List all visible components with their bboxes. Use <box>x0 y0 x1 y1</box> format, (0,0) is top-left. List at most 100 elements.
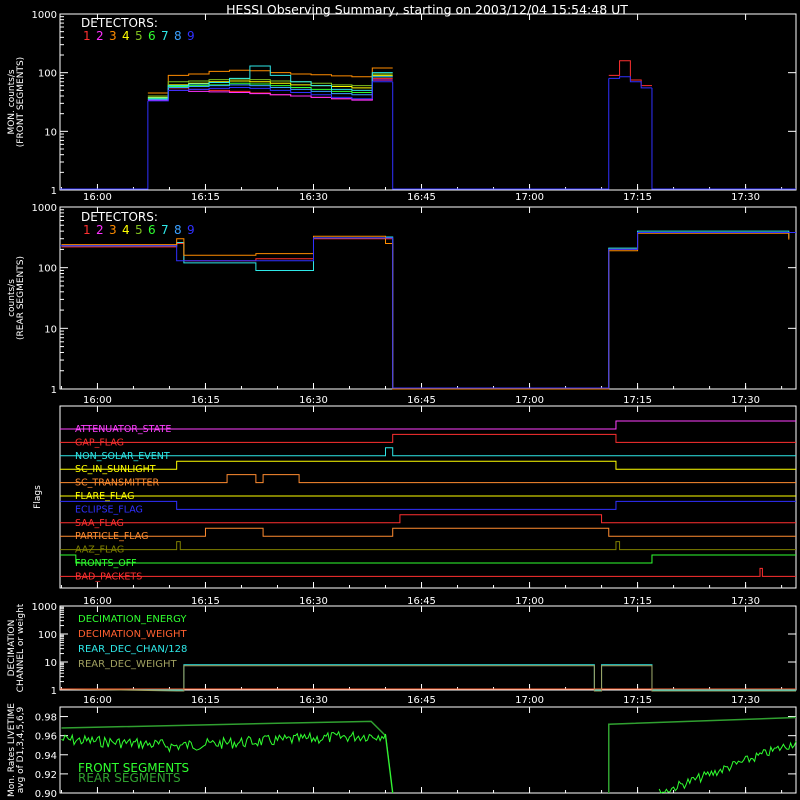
decimation-ytick-label: 100 <box>38 630 57 641</box>
flag-label-sc-transmitter: SC_TRANSMITTER <box>75 478 160 489</box>
rear-detector-8: 8 <box>174 223 182 237</box>
front-detector-1: 1 <box>83 29 91 43</box>
rear-ytick-label: 1 <box>51 385 57 396</box>
front-time-tick-label: 16:15 <box>191 192 220 203</box>
decimation-ytick-label: 1 <box>51 686 57 697</box>
decimation-legend-decimation-weight: DECIMATION_WEIGHT <box>78 629 187 640</box>
decimation-time-tick-label: 17:15 <box>623 695 652 706</box>
livetime-legend-rear-segments: REAR SEGMENTS <box>78 771 181 785</box>
flags-time-tick-label: 17:00 <box>515 596 544 607</box>
rear-detector-2: 2 <box>96 223 104 237</box>
rear-detectors-label: DETECTORS: <box>81 210 158 224</box>
chart-canvas: HESSI Observing Summary, starting on 200… <box>7 2 797 800</box>
front-time-tick-label: 17:15 <box>623 192 652 203</box>
flag-line-eclipse-flag <box>60 500 796 510</box>
flag-label-fronts-off: FRONTS_OFF <box>75 558 137 569</box>
front-time-tick-label: 17:00 <box>515 192 544 203</box>
rear-detector-9: 9 <box>187 223 195 237</box>
front-detector-4: 4 <box>122 29 130 43</box>
rear-ytick-label: 1000 <box>32 203 57 214</box>
decimation-time-tick-label: 16:00 <box>83 695 112 706</box>
rear-ylabel: (REAR SEGMENTS) <box>16 256 26 340</box>
flag-label-sc-in-sunlight: SC_IN_SUNLIGHT <box>75 464 156 475</box>
decimation-ylabel: CHANNEL or weight <box>16 603 26 692</box>
front-detector-8: 8 <box>174 29 182 43</box>
front-time-tick-label: 16:45 <box>407 192 436 203</box>
livetime-ylabel: avg of D1,3,4,5,6,9 <box>16 706 26 793</box>
flag-line-aaz-flag <box>60 541 796 551</box>
decimation-legend-rear-dec-weight: REAR_DEC_WEIGHT <box>78 659 177 670</box>
rear-series-det7 <box>61 230 790 390</box>
rear-time-tick-label: 17:30 <box>731 395 760 406</box>
livetime-ytick-label: 0.90 <box>35 789 57 800</box>
decimation-time-tick-label: 16:45 <box>407 695 436 706</box>
livetime-ytick-label: 0.94 <box>35 751 57 762</box>
front-ytick-label: 1 <box>51 186 57 197</box>
flag-line-saa-flag <box>60 514 796 524</box>
flag-line-sc-in-sunlight <box>60 460 796 470</box>
flag-label-saa-flag: SAA_FLAG <box>75 518 124 529</box>
rear-detector-7: 7 <box>161 223 169 237</box>
flag-line-non-solar-event <box>60 447 796 457</box>
rear-time-tick-label: 16:45 <box>407 395 436 406</box>
flag-line-fronts-off <box>60 554 796 564</box>
rear-time-tick-label: 16:15 <box>191 395 220 406</box>
decimation-time-tick-label: 17:00 <box>515 695 544 706</box>
hessi-summary-figure: HESSI Observing Summary, starting on 200… <box>0 0 800 800</box>
chart-title: HESSI Observing Summary, starting on 200… <box>226 2 628 17</box>
decimation-legend-rear-dec-chan-128: REAR_DEC_CHAN/128 <box>78 644 187 655</box>
rear-detector-5: 5 <box>135 223 143 237</box>
flag-label-gap-flag: GAP_FLAG <box>75 437 124 448</box>
rear-time-tick-label: 16:30 <box>299 395 328 406</box>
front-series-det9-seg1 <box>608 76 652 89</box>
flag-label-flare-flag: FLARE_FLAG <box>75 491 135 502</box>
flags-time-tick-label: 16:00 <box>83 596 112 607</box>
rear-detector-6: 6 <box>148 223 156 237</box>
front-ylabel: (FRONT SEGMENTS) <box>16 57 26 147</box>
flags-time-tick-label: 16:45 <box>407 596 436 607</box>
flag-label-aaz-flag: AAZ_FLAG <box>75 545 124 556</box>
livetime-ytick-label: 0.92 <box>35 770 57 781</box>
front-detectors-label: DETECTORS: <box>81 16 158 30</box>
flag-label-bad-packets: BAD_PACKETS <box>75 571 142 582</box>
rear-series-det1 <box>61 231 790 390</box>
rear-detector-4: 4 <box>122 223 130 237</box>
flag-label-non-solar-event: NON_SOLAR_EVENT <box>75 451 170 462</box>
flags-time-tick-label: 17:30 <box>731 596 760 607</box>
livetime-ytick-label: 0.96 <box>35 732 57 743</box>
front-ytick-label: 1000 <box>32 10 57 21</box>
front-detector-6: 6 <box>148 29 156 43</box>
front-detector-7: 7 <box>161 29 169 43</box>
front-detector-3: 3 <box>109 29 117 43</box>
flags-time-tick-label: 16:30 <box>299 596 328 607</box>
flag-line-particle-flag <box>60 527 796 537</box>
rear-time-tick-label: 17:00 <box>515 395 544 406</box>
flag-line-gap-flag <box>60 433 796 443</box>
front-panel-frame <box>59 13 797 191</box>
flags-ylabel: Flags <box>33 485 43 509</box>
flags-time-tick-label: 16:15 <box>191 596 220 607</box>
rear-ytick-label: 10 <box>44 324 57 335</box>
front-time-tick-label: 16:00 <box>83 192 112 203</box>
rear-detector-3: 3 <box>109 223 117 237</box>
label-layer: 16:00 16:15 16:30 16:45 17:00 17:15 17:30 16:00… <box>7 10 760 800</box>
front-ytick-label: 10 <box>44 127 57 138</box>
rear-series-det9 <box>60 231 796 389</box>
rear-time-tick-label: 16:00 <box>83 395 112 406</box>
rear-ytick-label: 100 <box>38 264 57 275</box>
flag-line-sc-transmitter <box>60 474 796 484</box>
flags-time-tick-label: 17:15 <box>623 596 652 607</box>
decimation-time-tick-label: 16:30 <box>299 695 328 706</box>
decimation-ytick-label: 1000 <box>32 602 57 613</box>
rear-time-tick-label: 17:15 <box>623 395 652 406</box>
front-detector-5: 5 <box>135 29 143 43</box>
rear-detector-1: 1 <box>83 223 91 237</box>
decimation-legend-decimation-energy: DECIMATION_ENERGY <box>78 614 187 625</box>
front-time-tick-label: 16:30 <box>299 192 328 203</box>
flag-label-eclipse-flag: ECLIPSE_FLAG <box>75 504 143 515</box>
decimation-time-tick-label: 16:15 <box>191 695 220 706</box>
front-baseline <box>60 78 796 190</box>
flag-line-bad-packets <box>60 567 796 577</box>
livetime-ytick-label: 0.98 <box>35 713 57 724</box>
decimation-time-tick-label: 17:30 <box>731 695 760 706</box>
